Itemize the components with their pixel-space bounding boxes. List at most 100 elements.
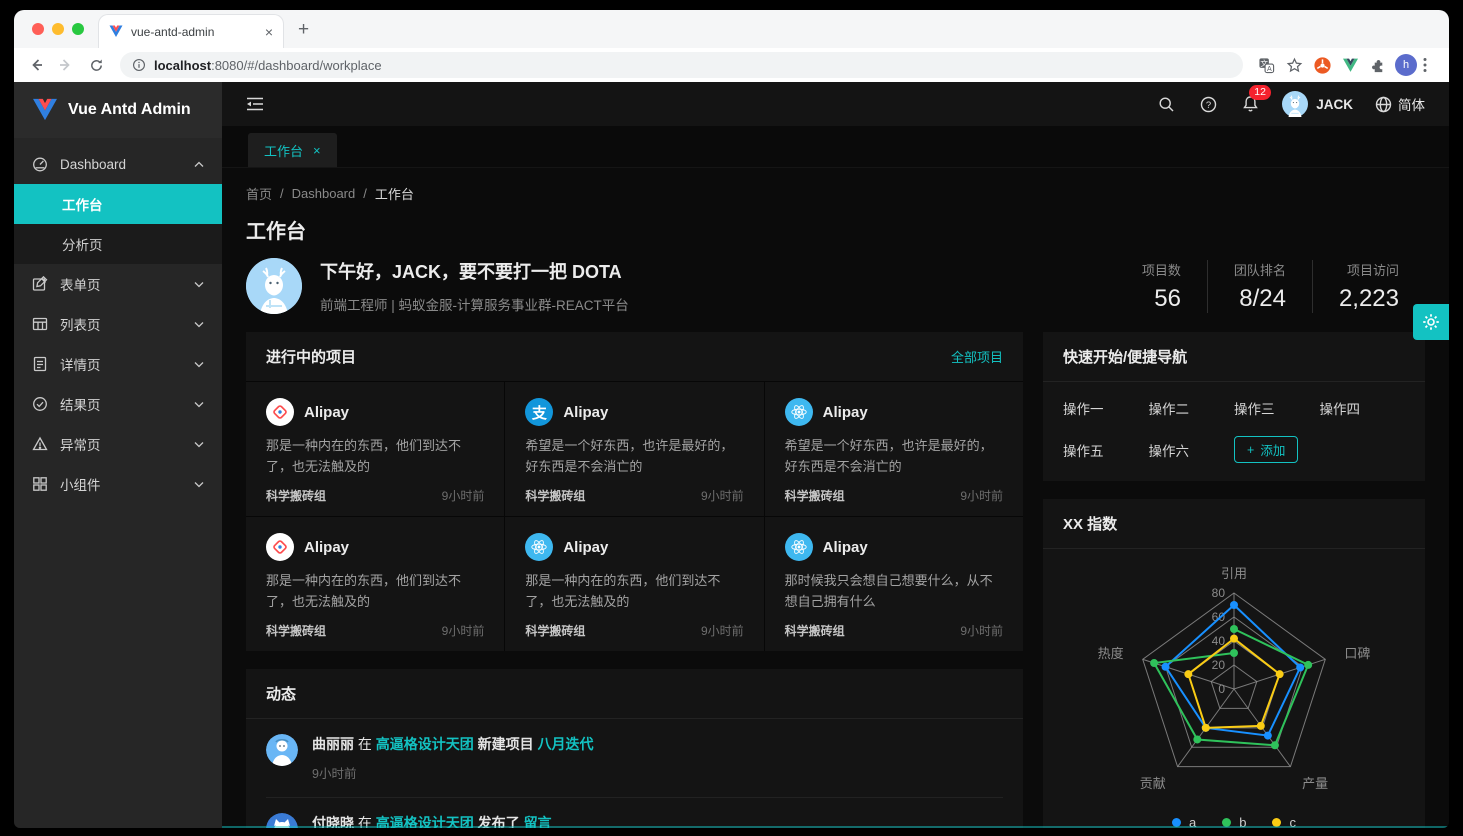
quick-nav-op-2[interactable]: 操作二: [1149, 398, 1235, 418]
project-name[interactable]: Alipay: [304, 404, 349, 421]
quick-nav-op-1[interactable]: 操作一: [1063, 398, 1149, 418]
project-card[interactable]: Alipay那是一种内在的东西，他们到达不了，也无法触及的科学搬砖组9小时前: [246, 517, 504, 651]
activity-user[interactable]: 曲丽丽: [312, 736, 354, 752]
project-card[interactable]: Alipay希望是一个好东西，也许是最好的，好东西是不会消亡的科学搬砖组9小时前: [765, 382, 1023, 516]
close-window-button[interactable]: [32, 23, 44, 35]
address-bar[interactable]: localhost:8080/#/dashboard/workplace: [120, 52, 1243, 78]
settings-gear-button[interactable]: [1413, 304, 1449, 340]
sidebar-item-dashboard[interactable]: Dashboard: [14, 144, 222, 184]
sidebar-item-widgets[interactable]: 小组件: [14, 464, 222, 504]
all-projects-link[interactable]: 全部项目: [951, 347, 1003, 366]
project-name[interactable]: Alipay: [563, 404, 608, 421]
breadcrumb-dashboard[interactable]: Dashboard: [292, 186, 356, 201]
menu-collapse-icon[interactable]: [246, 96, 264, 112]
sidebar-item-result[interactable]: 结果页: [14, 384, 222, 424]
user-menu[interactable]: JACK: [1282, 91, 1353, 117]
stat-label: 团队排名: [1234, 260, 1286, 279]
tab-workplace[interactable]: 工作台 ×: [248, 133, 337, 167]
bookmark-star-icon[interactable]: [1283, 54, 1305, 76]
project-group[interactable]: 科学搬砖组: [785, 487, 845, 504]
radar-data-point: [1230, 625, 1238, 633]
site-info-icon[interactable]: [132, 58, 146, 72]
url-path: :8080/#/dashboard/workplace: [211, 58, 382, 73]
translate-icon[interactable]: 文A: [1255, 54, 1277, 76]
help-icon[interactable]: ?: [1198, 94, 1218, 114]
project-card[interactable]: Alipay那是一种内在的东西，他们到达不了，也无法触及的科学搬砖组9小时前: [246, 382, 504, 516]
tab-close-icon[interactable]: ×: [313, 143, 321, 158]
browser-menu-icon[interactable]: [1423, 57, 1439, 73]
radar-data-point: [1162, 663, 1170, 671]
breadcrumb-separator: /: [280, 186, 284, 201]
quick-nav-op-5[interactable]: 操作五: [1063, 440, 1149, 460]
extensions-puzzle-icon[interactable]: [1367, 54, 1389, 76]
browser-tab[interactable]: vue-antd-admin ×: [98, 14, 284, 48]
breadcrumb: 首页 / Dashboard / 工作台: [246, 168, 1425, 203]
app-logo[interactable]: Vue Antd Admin: [14, 82, 222, 138]
radar-tick-label: 80: [1212, 586, 1226, 600]
page-tabs: 工作台 ×: [222, 126, 1449, 168]
stat-team-rank: 团队排名 8/24: [1207, 260, 1312, 313]
activity-target-link[interactable]: 八月迭代: [538, 736, 594, 752]
activity-team-link[interactable]: 高逼格设计天团: [376, 736, 474, 752]
sidebar-item-label: 表单页: [60, 274, 182, 294]
project-name[interactable]: Alipay: [563, 539, 608, 556]
breadcrumb-separator: /: [363, 186, 367, 201]
reload-icon[interactable]: [84, 53, 108, 77]
maximize-window-button[interactable]: [72, 23, 84, 35]
quick-nav-op-6[interactable]: 操作六: [1149, 440, 1235, 460]
radar-tick-label: 60: [1212, 610, 1226, 624]
extension-orange-icon[interactable]: [1311, 54, 1333, 76]
browser-toolbar: localhost:8080/#/dashboard/workplace 文A …: [14, 48, 1449, 82]
sidebar-item-analysis[interactable]: 分析页: [14, 224, 222, 264]
table-icon: [32, 316, 48, 332]
radar-chart-svg: 806040200引用口碑产量贡献热度: [1043, 561, 1425, 811]
project-group[interactable]: 科学搬砖组: [266, 622, 326, 639]
chevron-down-icon: [194, 321, 204, 328]
sidebar-item-list[interactable]: 列表页: [14, 304, 222, 344]
breadcrumb-home[interactable]: 首页: [246, 184, 272, 203]
radar-data-point: [1150, 659, 1158, 667]
stat-visits: 项目访问 2,223: [1312, 260, 1425, 313]
language-switcher[interactable]: 简体: [1375, 94, 1425, 114]
browser-profile-avatar[interactable]: h: [1395, 54, 1417, 76]
minimize-window-button[interactable]: [52, 23, 64, 35]
svg-text:A: A: [1266, 64, 1271, 72]
stat-value: 2,223: [1339, 285, 1399, 313]
vue-devtools-icon[interactable]: [1339, 54, 1361, 76]
tab-close-icon[interactable]: ×: [265, 25, 273, 39]
quick-nav-op-4[interactable]: 操作四: [1320, 398, 1406, 418]
projects-card: 进行中的项目 全部项目 Alipay那是一种内在的东西，他们到达不了，也无法触及…: [246, 332, 1023, 651]
project-name[interactable]: Alipay: [304, 539, 349, 556]
radar-data-point: [1296, 663, 1304, 671]
quick-nav-op-3[interactable]: 操作三: [1234, 398, 1320, 418]
project-card[interactable]: Alipay那时候我只会想自己想要什么，从不想自己拥有什么科学搬砖组9小时前: [765, 517, 1023, 651]
forward-icon[interactable]: [54, 53, 78, 77]
project-group[interactable]: 科学搬砖组: [525, 487, 585, 504]
project-group[interactable]: 科学搬砖组: [525, 622, 585, 639]
new-tab-button[interactable]: +: [298, 19, 309, 41]
project-time: 9小时前: [960, 622, 1003, 639]
project-group[interactable]: 科学搬砖组: [785, 622, 845, 639]
add-button[interactable]: + 添加: [1234, 436, 1298, 463]
project-time: 9小时前: [442, 487, 485, 504]
welcome-subtitle: 前端工程师 | 蚂蚁金服-计算服务事业群-REACT平台: [320, 294, 629, 314]
dashboard-submenu: 工作台 分析页: [14, 184, 222, 264]
project-card[interactable]: Alipay那是一种内在的东西，他们到达不了，也无法触及的科学搬砖组9小时前: [505, 517, 763, 651]
browser-tab-title: vue-antd-admin: [131, 25, 257, 39]
project-group[interactable]: 科学搬砖组: [266, 487, 326, 504]
notification-bell-icon[interactable]: 12: [1240, 94, 1260, 114]
sidebar-item-exception[interactable]: 异常页: [14, 424, 222, 464]
project-card[interactable]: 支Alipay希望是一个好东西，也许是最好的，好东西是不会消亡的科学搬砖组9小时…: [505, 382, 763, 516]
radar-data-point: [1184, 670, 1192, 678]
warning-icon: [32, 436, 48, 452]
back-icon[interactable]: [24, 53, 48, 77]
search-icon[interactable]: [1156, 94, 1176, 114]
sidebar-item-forms[interactable]: 表单页: [14, 264, 222, 304]
project-name[interactable]: Alipay: [823, 404, 868, 421]
project-name[interactable]: Alipay: [823, 539, 868, 556]
sidebar-item-label: 详情页: [60, 354, 182, 374]
sidebar-item-workplace[interactable]: 工作台: [14, 184, 222, 224]
sidebar: Vue Antd Admin Dashboard 工作台 分析页 表单页: [14, 82, 222, 828]
quick-nav-card: 快速开始/便捷导航 操作一 操作二 操作三 操作四 操作五 操作六 +: [1043, 332, 1425, 481]
sidebar-item-detail[interactable]: 详情页: [14, 344, 222, 384]
